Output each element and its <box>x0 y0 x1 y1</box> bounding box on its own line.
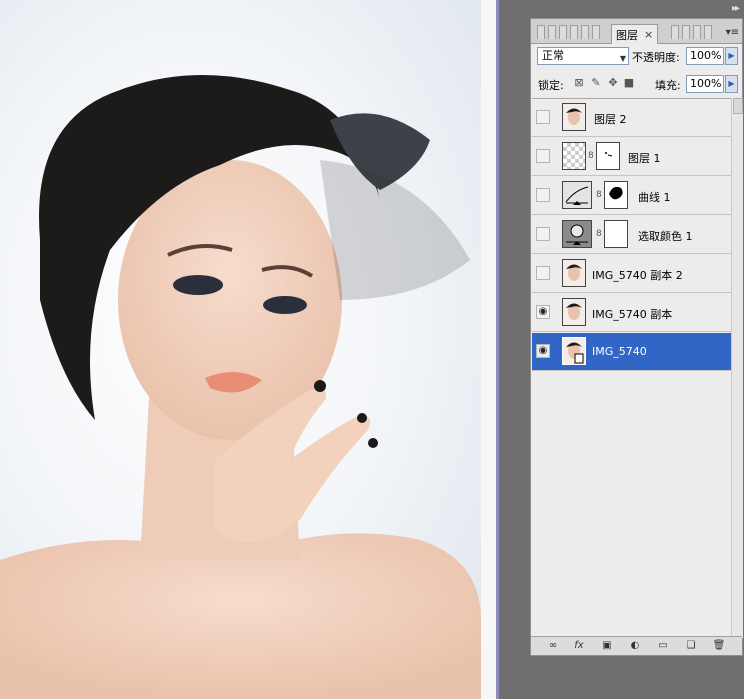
layers-panel: ▸▸ 图层 × ▾≡ 正常 ▼ 不透明度: 100% ▶ 锁定: ⊠ ✎ ✥ ■… <box>530 3 743 656</box>
layer-row[interactable]: 8 图层 1 <box>532 138 731 176</box>
tab-stub[interactable] <box>592 25 600 39</box>
new-layer-icon[interactable]: ❏ <box>683 639 699 652</box>
layer-name: IMG_5740 副本 <box>592 308 673 321</box>
collapse-icon[interactable]: ▸▸ <box>732 3 740 14</box>
tab-layers-label: 图层 <box>616 28 638 42</box>
layer-name: IMG_5740 副本 2 <box>592 269 683 282</box>
layer-row[interactable]: 图层 2 <box>532 99 731 137</box>
canvas-border <box>496 0 499 699</box>
mask-thumbnail <box>604 220 628 248</box>
trash-icon[interactable]: 🗑 <box>711 639 727 652</box>
layer-thumbnail <box>562 259 586 287</box>
tab-stub[interactable] <box>704 25 712 39</box>
tab-stub[interactable] <box>548 25 556 39</box>
image-canvas[interactable] <box>0 0 481 699</box>
panel-bottom-bar: ∞ fx ▣ ◐ ▭ ❏ 🗑 <box>531 636 742 655</box>
eye-icon: ◉ <box>538 306 548 317</box>
tab-stub[interactable] <box>581 25 589 39</box>
lock-row: 锁定: ⊠ ✎ ✥ ■ 填充: 100% ▶ <box>535 75 740 95</box>
eye-icon: ◉ <box>538 345 548 356</box>
mask-thumbnail <box>604 181 628 209</box>
tab-stub[interactable] <box>693 25 701 39</box>
tab-stub[interactable] <box>682 25 690 39</box>
visibility-toggle[interactable] <box>536 266 550 280</box>
layer-name: 曲线 1 <box>638 191 671 204</box>
close-icon[interactable]: × <box>644 28 653 41</box>
fx-icon[interactable]: fx <box>571 639 587 652</box>
layer-row[interactable]: ◉ IMG_5740 副本 <box>532 294 731 332</box>
visibility-toggle[interactable] <box>536 188 550 202</box>
tab-stub[interactable] <box>537 25 545 39</box>
layer-row[interactable]: 8 曲线 1 <box>532 177 731 215</box>
mask-icon[interactable]: ▣ <box>599 639 615 652</box>
visibility-toggle[interactable]: ◉ <box>536 344 550 358</box>
tab-stub[interactable] <box>570 25 578 39</box>
fill-label: 填充: <box>655 79 681 92</box>
layer-name: 选取颜色 1 <box>638 230 693 243</box>
tab-layers[interactable]: 图层 × <box>611 24 659 44</box>
layer-thumbnail <box>562 103 586 131</box>
tab-stub[interactable] <box>559 25 567 39</box>
opacity-input[interactable]: 100% <box>686 47 724 65</box>
opacity-slider-arrow-icon[interactable]: ▶ <box>725 47 738 65</box>
link-icon: 8 <box>596 229 602 239</box>
lock-all-icon[interactable]: ■ <box>623 77 635 89</box>
blend-mode-value: 正常 <box>542 49 564 62</box>
lock-label: 锁定: <box>538 79 564 92</box>
scrollbar-thumb[interactable] <box>733 98 743 114</box>
opacity-label: 不透明度: <box>632 51 680 64</box>
layer-list-scrollbar[interactable] <box>731 98 743 638</box>
lock-move-icon[interactable]: ✥ <box>607 77 619 89</box>
layer-thumbnail <box>562 142 586 170</box>
link-icon: 8 <box>596 190 602 200</box>
selective-color-thumbnail <box>562 220 592 248</box>
mask-thumbnail <box>596 142 620 170</box>
layer-row[interactable]: 8 选取颜色 1 <box>532 216 731 254</box>
fill-input[interactable]: 100% <box>686 75 724 93</box>
curves-thumbnail <box>562 181 592 209</box>
portrait-photo <box>0 75 481 699</box>
layer-row[interactable]: ◉ IMG_5740 <box>532 333 731 371</box>
chevron-down-icon: ▼ <box>619 54 626 63</box>
folder-icon[interactable]: ▭ <box>655 639 671 652</box>
layer-row[interactable]: IMG_5740 副本 2 <box>532 255 731 293</box>
layer-name: 图层 2 <box>594 113 627 126</box>
layer-thumbnail <box>562 337 586 365</box>
layer-name: 图层 1 <box>628 152 661 165</box>
layer-name: IMG_5740 <box>592 345 647 358</box>
blend-mode-select[interactable]: 正常 ▼ <box>537 47 629 65</box>
fill-slider-arrow-icon[interactable]: ▶ <box>725 75 738 93</box>
adjustment-icon[interactable]: ◐ <box>627 639 643 652</box>
visibility-toggle[interactable]: ◉ <box>536 305 550 319</box>
layer-list: 图层 2 8 图层 1 8 曲线 1 8 选取颜色 1 IMG_5740 副本 … <box>532 98 731 639</box>
lock-transparent-icon[interactable]: ⊠ <box>573 77 585 89</box>
visibility-toggle[interactable] <box>536 110 550 124</box>
link-icon: 8 <box>588 151 594 161</box>
canvas-edge <box>481 0 497 699</box>
visibility-toggle[interactable] <box>536 227 550 241</box>
blend-row: 正常 ▼ 不透明度: 100% ▶ <box>535 47 740 67</box>
panel-menu-icon[interactable]: ▾≡ <box>726 27 739 38</box>
lock-brush-icon[interactable]: ✎ <box>590 77 602 89</box>
panel-tabstrip: 图层 × ▾≡ <box>531 19 742 44</box>
tab-stub[interactable] <box>671 25 679 39</box>
visibility-toggle[interactable] <box>536 149 550 163</box>
link-icon[interactable]: ∞ <box>545 639 561 652</box>
layer-thumbnail <box>562 298 586 326</box>
